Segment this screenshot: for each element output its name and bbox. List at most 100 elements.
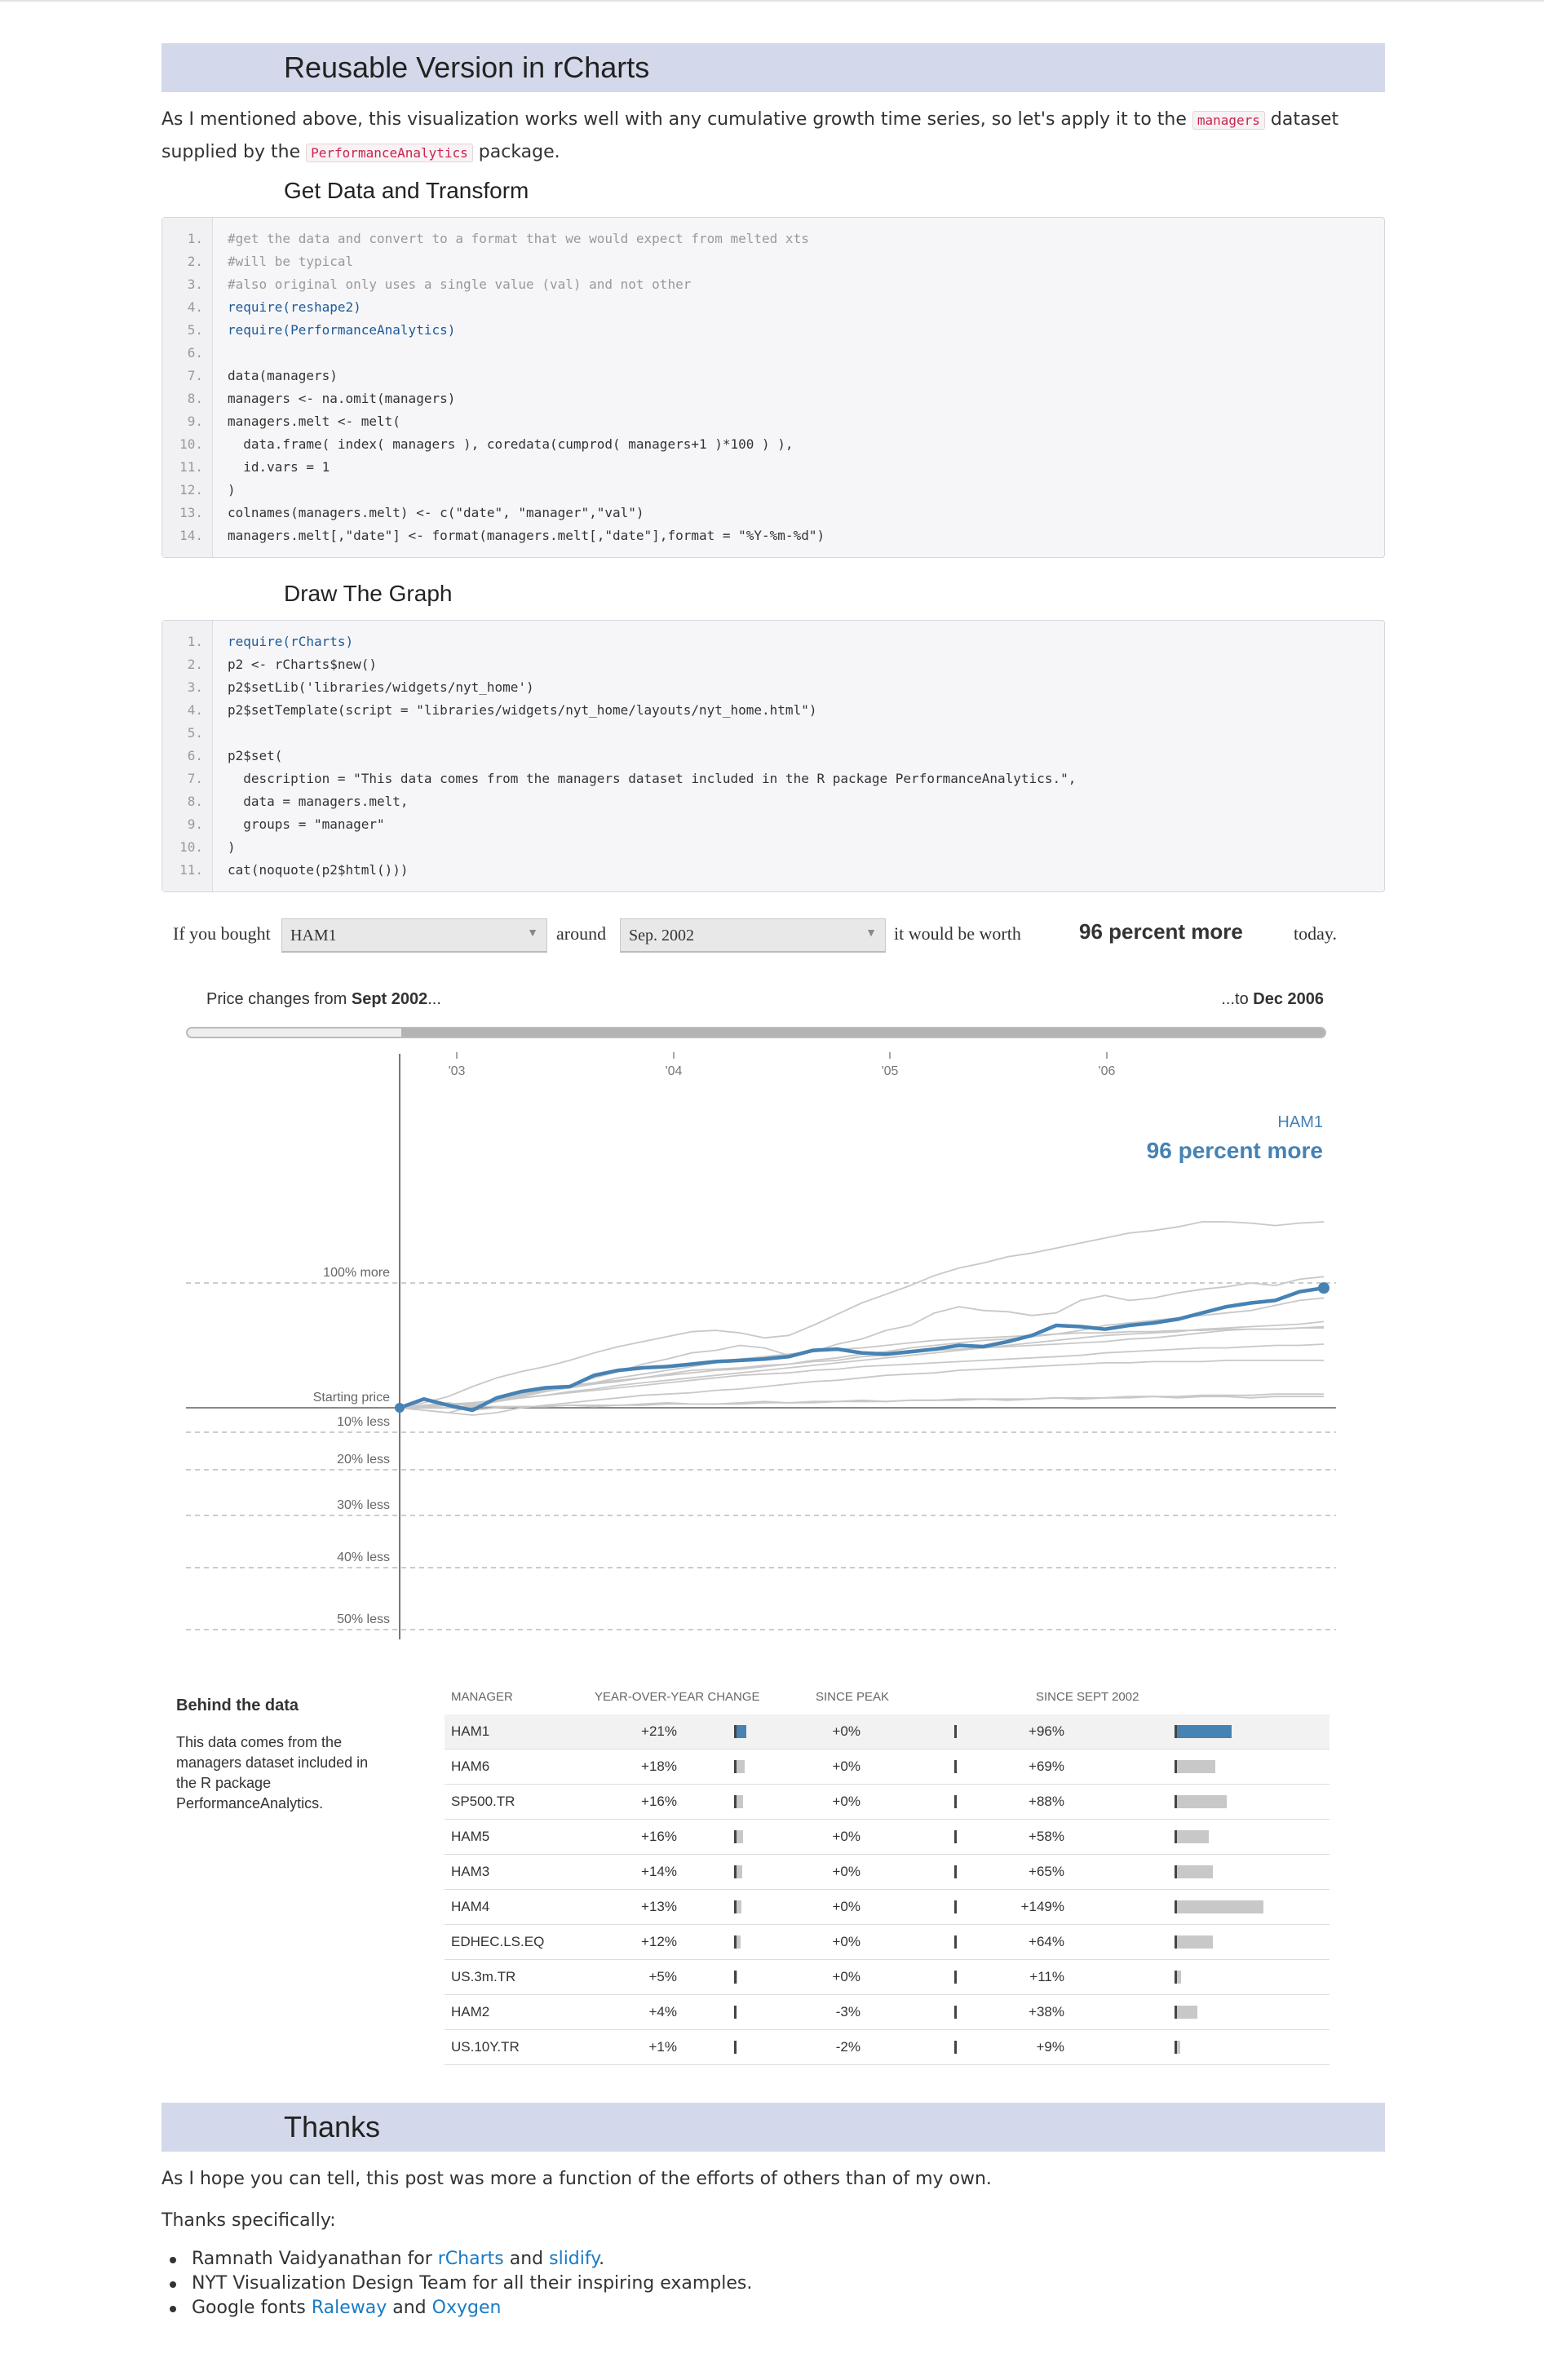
series-line	[399, 1221, 1325, 1409]
yoy-bar	[734, 2006, 737, 2019]
list-item-text: and	[503, 2249, 550, 2269]
since-sept-2002: +88%	[1029, 1794, 1064, 1809]
since-peak: +0%	[832, 1864, 861, 1879]
y-axis-label: 100% more	[323, 1266, 390, 1280]
manager-name: SP500.TR	[451, 1794, 515, 1809]
list-item-text: NYT Visualization Design Team for all th…	[192, 2273, 753, 2294]
table-header: MANAGER	[451, 1690, 513, 1704]
since-sept-2002: +149%	[1020, 1899, 1064, 1914]
since-sept-2002: +9%	[1036, 2039, 1065, 2055]
since-sept-2002: +69%	[1029, 1758, 1064, 1774]
managers-table: MANAGER YEAR-OVER-YEAR CHANGE SINCE PEAK SI…	[0, 0, 1544, 2065]
rcharts-link[interactable]: rCharts	[438, 2249, 504, 2269]
yoy-change: +13%	[641, 1899, 677, 1914]
since-peak: +0%	[832, 1758, 861, 1774]
list-item-text: Google fonts	[192, 2298, 312, 2318]
yoy-bar	[734, 2041, 737, 2054]
oxygen-link[interactable]: Oxygen	[432, 2298, 502, 2318]
peak-bar	[954, 1795, 957, 1808]
yoy-change: +12%	[641, 1934, 677, 1949]
since-bar	[1175, 2006, 1197, 2019]
since-sept-2002: +38%	[1029, 2004, 1064, 2019]
y-axis-label: Starting price	[313, 1391, 390, 1405]
since-bar	[1175, 1900, 1263, 1913]
since-peak: +0%	[832, 1969, 861, 1984]
start-point	[395, 1403, 405, 1413]
peak-bar	[954, 1900, 957, 1913]
y-axis-label: 40% less	[337, 1551, 390, 1564]
list-item: NYT Visualization Design Team for all th…	[161, 2272, 1385, 2296]
highlight-series-value: 96 percent more	[1147, 1138, 1323, 1163]
peak-bar	[954, 1830, 957, 1843]
peak-bar	[954, 1971, 957, 1984]
yoy-bar	[734, 1760, 745, 1773]
since-peak: +0%	[832, 1723, 861, 1739]
list-item-text: Ramnath Vaidyanathan for	[192, 2249, 438, 2269]
table-header: YEAR-OVER-YEAR CHANGE	[595, 1690, 760, 1704]
peak-bar	[954, 2041, 957, 2054]
since-bar	[1175, 1830, 1210, 1843]
since-peak: -3%	[835, 2004, 860, 2019]
since-bar	[1175, 2041, 1180, 2054]
peak-bar	[954, 1725, 957, 1738]
list-item: Google fonts Raleway and Oxygen	[161, 2296, 1385, 2320]
yoy-change: +4%	[648, 2004, 678, 2019]
since-peak: +0%	[832, 1794, 861, 1809]
y-axis-label: 10% less	[337, 1415, 390, 1429]
yoy-change: +16%	[641, 1794, 677, 1809]
yoy-bar	[734, 1971, 737, 1984]
table-row: EDHEC.LS.EQ +12% +0% +64%	[445, 1925, 1329, 1960]
list-item-text: and	[387, 2298, 432, 2318]
thanks-specifically: Thanks specifically:	[161, 2210, 336, 2231]
since-bar	[1175, 1760, 1216, 1773]
since-bar	[1175, 1795, 1228, 1808]
since-sept-2002: +11%	[1029, 1969, 1064, 1984]
table-row: SP500.TR +16% +0% +88%	[445, 1785, 1329, 1820]
growth-line-chart: 100% more Starting price 10% less 20% less 3…	[186, 1052, 1336, 1639]
table-row: HAM1 +21% +0% +96%	[445, 1714, 1329, 1750]
manager-name: HAM5	[451, 1829, 490, 1844]
table-row: HAM4 +13% +0% +149%	[445, 1890, 1329, 1925]
since-sept-2002: +58%	[1029, 1829, 1064, 1844]
manager-name: HAM6	[451, 1758, 490, 1774]
since-sept-2002: +65%	[1029, 1864, 1064, 1879]
peak-bar	[954, 2006, 957, 2019]
end-point	[1318, 1282, 1329, 1294]
manager-name: US.10Y.TR	[451, 2039, 520, 2055]
since-peak: +0%	[832, 1934, 861, 1949]
yoy-change: +18%	[641, 1758, 677, 1774]
thanks-list: Ramnath Vaidyanathan for rCharts and sli…	[161, 2247, 1385, 2320]
since-bar	[1175, 1725, 1232, 1738]
behind-data-title: Behind the data	[176, 1697, 299, 1714]
raleway-link[interactable]: Raleway	[312, 2298, 387, 2318]
y-axis-label: 30% less	[337, 1498, 390, 1512]
y-axis-label: 50% less	[337, 1612, 390, 1626]
yoy-change: +14%	[641, 1864, 677, 1879]
yoy-bar	[734, 1830, 744, 1843]
peak-bar	[954, 1865, 957, 1878]
x-tick-label: '03	[449, 1064, 466, 1078]
yoy-bar	[734, 1725, 746, 1738]
yoy-bar	[734, 1935, 741, 1949]
table-row: US.10Y.TR +1% -2% +9%	[445, 2030, 1329, 2065]
manager-name: EDHEC.LS.EQ	[451, 1934, 545, 1949]
since-sept-2002: +64%	[1029, 1934, 1064, 1949]
since-bar	[1175, 1935, 1213, 1949]
table-row: US.3m.TR +5% +0% +11%	[445, 1960, 1329, 1995]
since-sept-2002: +96%	[1029, 1723, 1064, 1739]
since-peak: +0%	[832, 1829, 861, 1844]
slidify-link[interactable]: slidify	[549, 2249, 599, 2269]
since-bar	[1175, 1865, 1214, 1878]
table-row: HAM3 +14% +0% +65%	[445, 1855, 1329, 1890]
manager-name: HAM2	[451, 2004, 490, 2019]
since-peak: +0%	[832, 1899, 861, 1914]
yoy-bar	[734, 1795, 744, 1808]
yoy-change: +16%	[641, 1829, 677, 1844]
thanks-intro: As I hope you can tell, this post was mo…	[161, 2169, 992, 2189]
x-tick-label: '06	[1099, 1064, 1116, 1078]
table-row: HAM5 +16% +0% +58%	[445, 1820, 1329, 1855]
manager-name: HAM1	[451, 1723, 490, 1739]
section-title: Thanks	[284, 2110, 381, 2143]
peak-bar	[954, 1760, 957, 1773]
y-axis-label: 20% less	[337, 1453, 390, 1466]
